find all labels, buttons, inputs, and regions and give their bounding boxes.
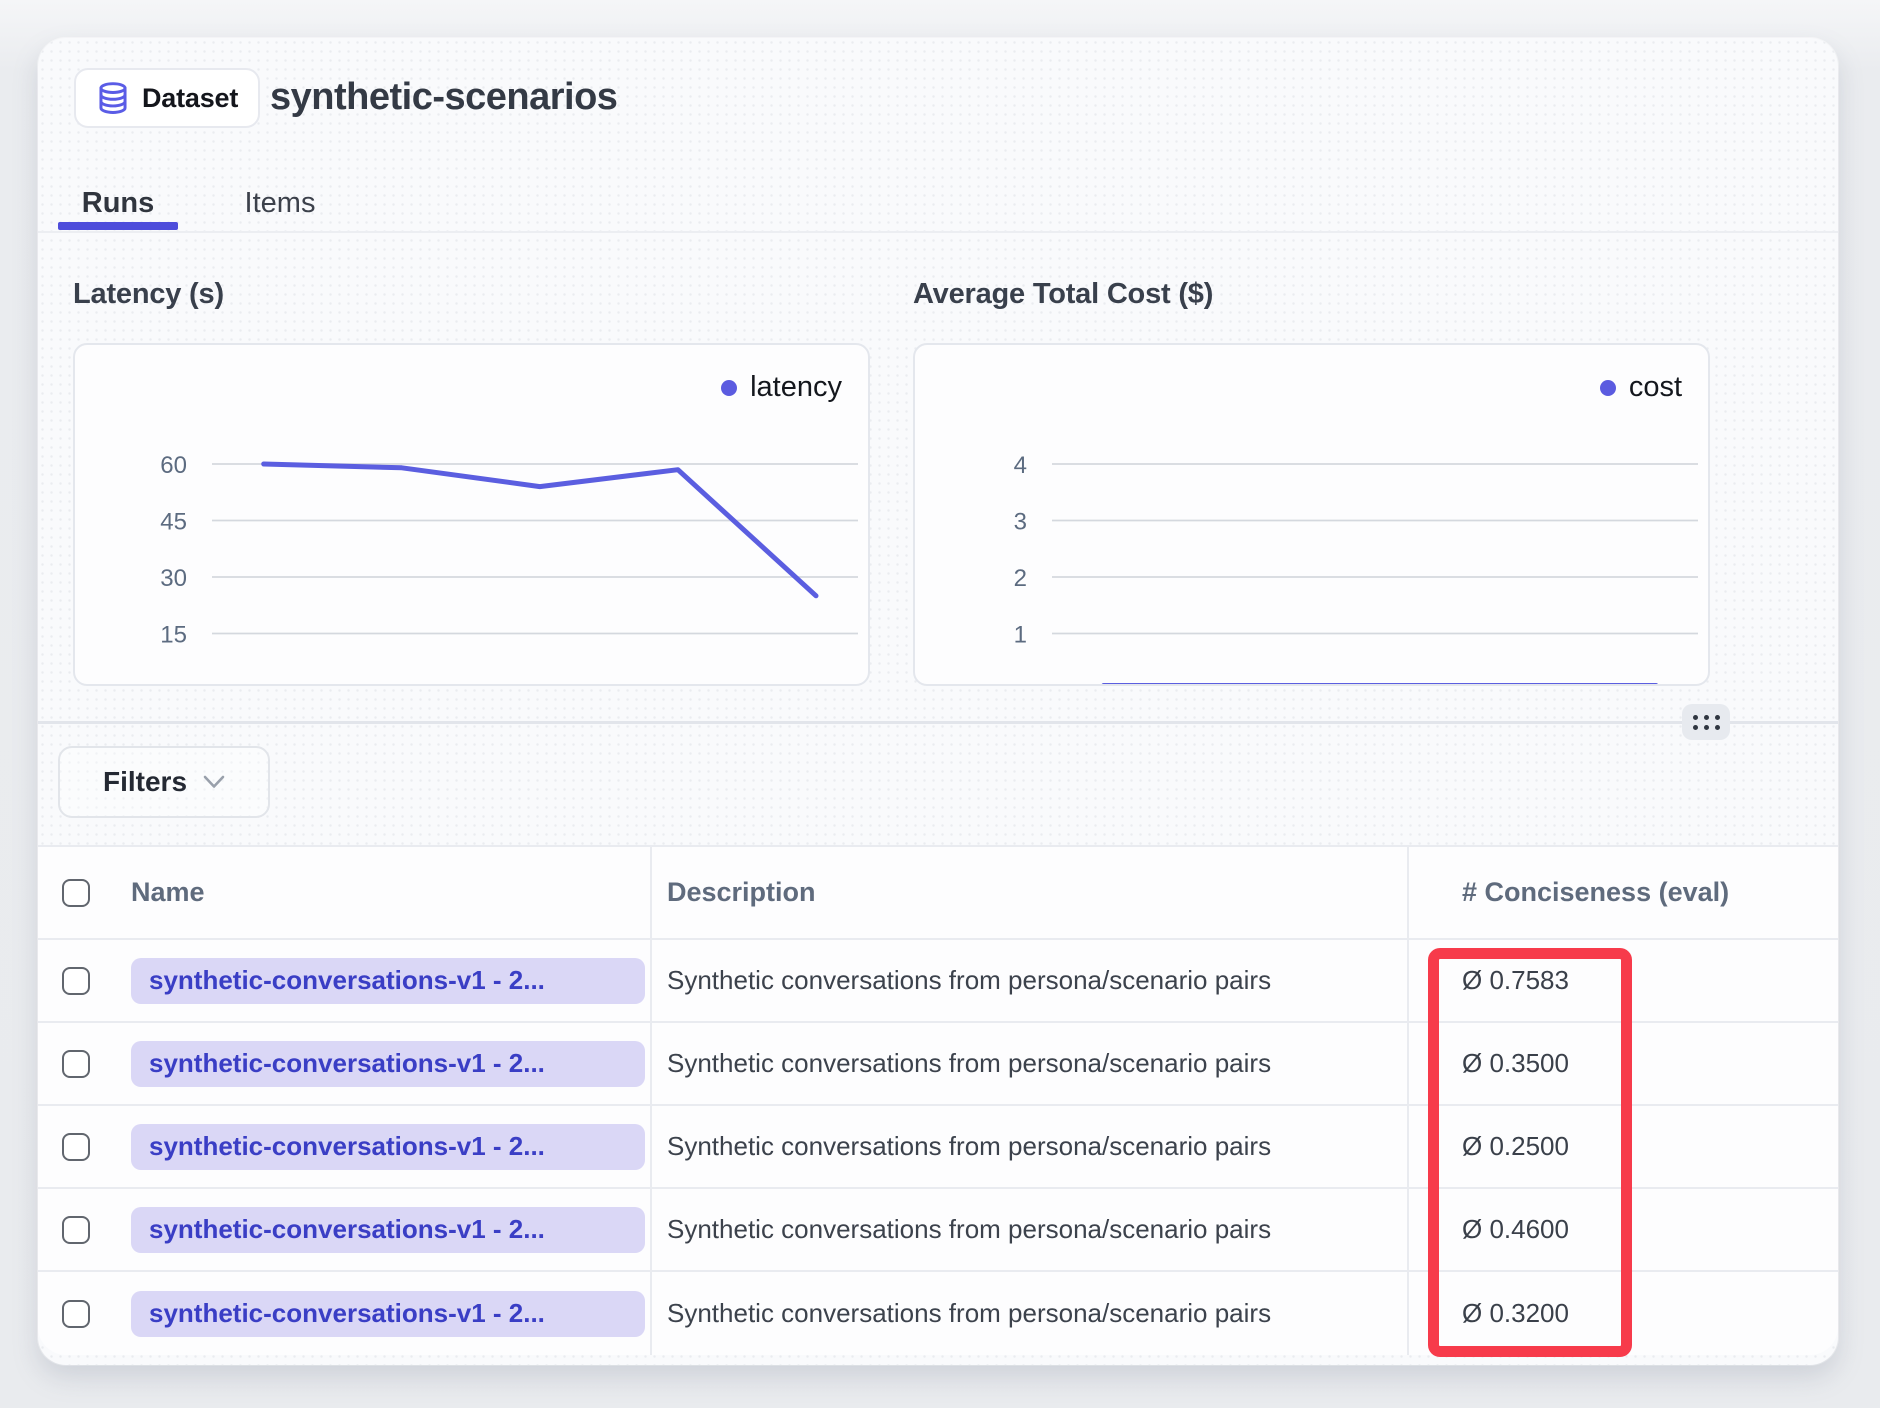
y-tick-label: 60 [160,452,187,479]
table-row: synthetic-conversations-v1 - 2... Synthe… [38,940,1838,1023]
table-row: synthetic-conversations-v1 - 2... Synthe… [38,1272,1838,1355]
conciseness-value: Ø 0.2500 [1462,1131,1569,1162]
chevron-down-icon [203,775,225,789]
row-checkbox[interactable] [62,1133,90,1161]
run-description: Synthetic conversations from persona/sce… [667,1048,1271,1079]
row-checkbox[interactable] [62,1216,90,1244]
run-name-link[interactable]: synthetic-conversations-v1 - 2... [131,1041,645,1087]
conciseness-value: Ø 0.3500 [1462,1048,1569,1079]
legend-dot-icon [1600,380,1616,396]
cost-chart-panel: 4 3 2 1 cost [913,343,1710,686]
select-all-checkbox[interactable] [62,879,90,907]
latency-line [264,464,816,596]
latency-legend: latency [721,371,842,404]
y-tick-label: 3 [1014,509,1027,536]
row-checkbox[interactable] [62,967,90,995]
run-description: Synthetic conversations from persona/sce… [667,1131,1271,1162]
badge-label: Dataset [142,83,238,114]
table-header-row: Name Description # Conciseness (eval) [38,847,1838,940]
run-description: Synthetic conversations from persona/sce… [667,965,1271,996]
run-name-link[interactable]: synthetic-conversations-v1 - 2... [131,1207,645,1253]
run-name-link[interactable]: synthetic-conversations-v1 - 2... [131,958,645,1004]
cost-legend: cost [1600,371,1682,404]
row-checkbox[interactable] [62,1050,90,1078]
column-header-name: Name [131,877,205,908]
active-tab-underline [58,222,178,230]
run-name-link[interactable]: synthetic-conversations-v1 - 2... [131,1291,645,1337]
legend-label: cost [1629,371,1682,404]
grip-dots-icon [1693,715,1720,730]
cost-chart: 4 3 2 1 [915,345,1708,684]
conciseness-value: Ø 0.7583 [1462,965,1569,996]
dataset-card: Dataset synthetic-scenarios Runs Items L… [38,38,1838,1365]
y-tick-label: 4 [1014,452,1027,479]
cost-chart-title: Average Total Cost ($) [913,278,1213,311]
column-header-conciseness: # Conciseness (eval) [1462,877,1729,908]
filters-label: Filters [103,766,187,798]
run-name-link[interactable]: synthetic-conversations-v1 - 2... [131,1124,645,1170]
latency-chart-title: Latency (s) [73,278,224,311]
row-checkbox[interactable] [62,1300,90,1328]
table-row: synthetic-conversations-v1 - 2... Synthe… [38,1023,1838,1106]
y-tick-label: 30 [160,565,187,592]
conciseness-value: Ø 0.3200 [1462,1298,1569,1329]
table-row: synthetic-conversations-v1 - 2... Synthe… [38,1189,1838,1272]
y-tick-label: 15 [160,622,187,649]
legend-label: latency [750,371,842,404]
table-row: synthetic-conversations-v1 - 2... Synthe… [38,1106,1838,1189]
y-tick-label: 2 [1014,565,1027,592]
section-divider [38,721,1838,724]
y-tick-label: 45 [160,509,187,536]
conciseness-value: Ø 0.4600 [1462,1214,1569,1245]
tab-items[interactable]: Items [226,178,334,229]
column-header-description: Description [667,877,816,908]
dataset-badge: Dataset [74,68,260,128]
resize-grip-handle[interactable] [1682,704,1730,740]
tab-bar: Runs Items [38,178,1838,233]
run-description: Synthetic conversations from persona/sce… [667,1214,1271,1245]
page-title: synthetic-scenarios [270,76,617,119]
legend-dot-icon [721,380,737,396]
filters-button[interactable]: Filters [58,746,270,818]
y-tick-label: 1 [1014,622,1027,649]
latency-chart-panel: 60 45 30 15 latency [73,343,870,686]
runs-table: Name Description # Conciseness (eval) sy… [38,845,1838,1355]
database-icon [96,81,130,115]
run-description: Synthetic conversations from persona/sce… [667,1298,1271,1329]
